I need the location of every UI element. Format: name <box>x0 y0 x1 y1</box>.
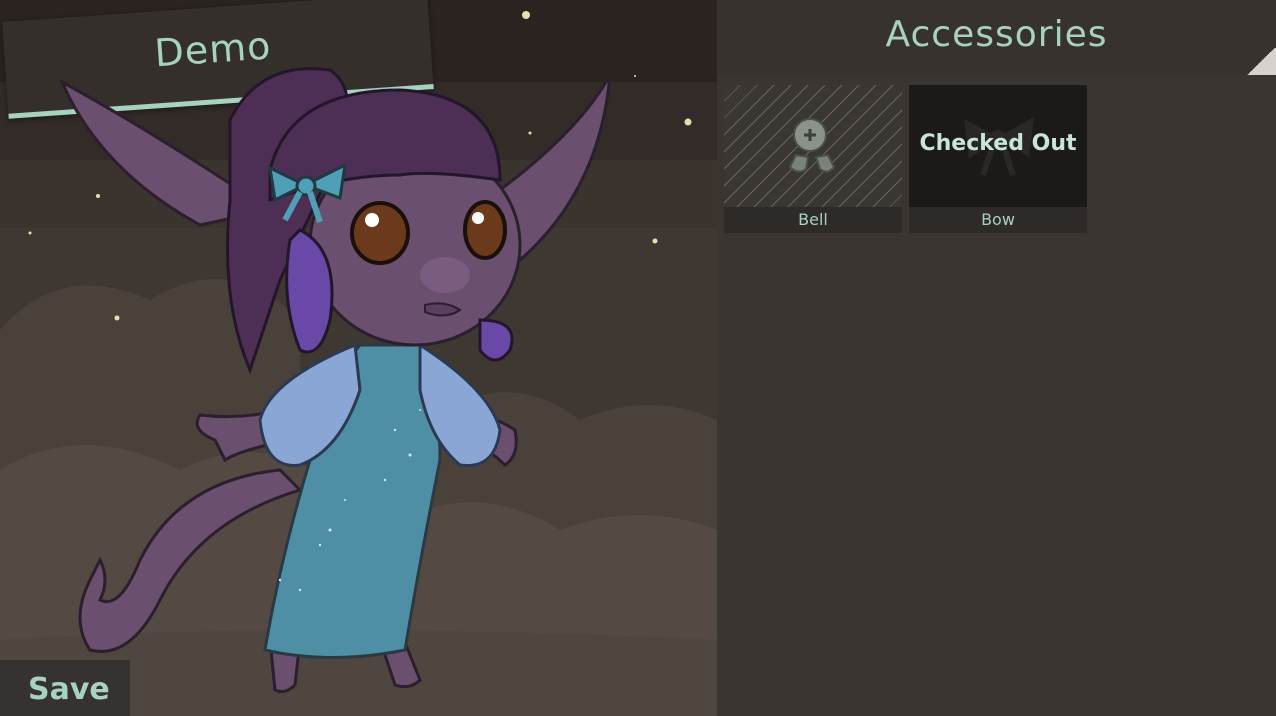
character-sprite <box>58 67 612 694</box>
panel-title: Accessories <box>885 14 1108 55</box>
checked-out-status: Checked Out <box>919 131 1077 156</box>
accessory-item-bow[interactable]: Checked Out Bow <box>909 85 1087 233</box>
save-button[interactable]: Save <box>0 660 130 716</box>
accessory-item-bell[interactable]: Bell <box>724 85 902 233</box>
panel-header: Accessories <box>717 0 1276 75</box>
header-corner-decoration <box>1246 48 1276 75</box>
accessory-label: Bell <box>724 207 902 233</box>
accessory-thumbnail <box>724 85 902 207</box>
accessory-label: Bow <box>909 207 1087 233</box>
accessory-thumbnail: Checked Out <box>909 85 1087 207</box>
bell-icon <box>788 118 836 173</box>
character-stage: Demo Save <box>0 0 717 716</box>
